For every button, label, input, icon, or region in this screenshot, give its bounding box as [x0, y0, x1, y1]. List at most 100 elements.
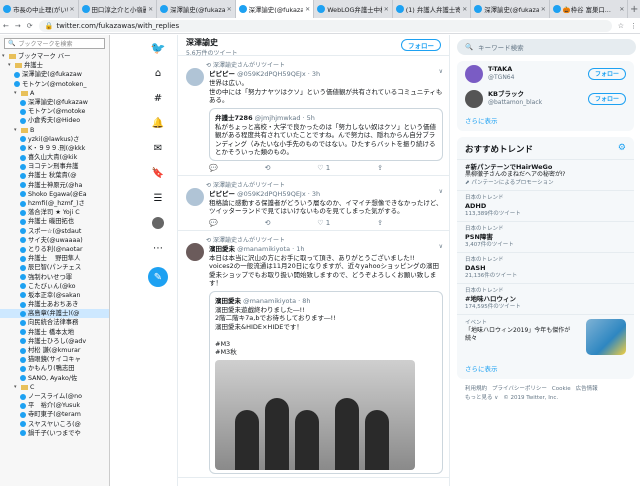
bookmark-item[interactable]: 坂本正幸(@sakan [0, 291, 109, 300]
reload-icon[interactable]: ⟳ [27, 22, 33, 30]
bookmark-item[interactable]: 深澤諭史(@fukazaw [0, 70, 109, 79]
browser-tab[interactable]: WebLOG弁護士中村...✕ [314, 0, 393, 18]
browser-tab[interactable]: (1) 弁護人弁護士寄...✕ [393, 0, 472, 18]
author-name[interactable]: ピピピー [209, 190, 235, 198]
like-icon[interactable]: ♡ 1 [317, 164, 330, 172]
new-tab-icon[interactable]: + [628, 0, 640, 18]
avatar[interactable] [465, 89, 483, 108]
trend-item[interactable]: #新パンテーンでHairWeGo 黒柳徹子さんのまねだヘアの秘密が⁉ ⬈ パンテーン… [457, 160, 634, 191]
follow-suggestion[interactable]: T-TAKA @TGN64 フォロー [457, 61, 634, 86]
bookmark-item[interactable]: 寺町東子(@teram [0, 410, 109, 419]
footer-link[interactable]: プライバシーポリシー [492, 385, 547, 394]
trend-item[interactable]: 日本のトレンド ADHD 113,389件のツイート [457, 191, 634, 222]
chevron-down-icon[interactable]: ∨ [439, 188, 443, 195]
bookmark-item[interactable]: 弁護士 秋葉貴(@ [0, 171, 109, 180]
bookmark-item[interactable]: K・９９９.刑(@kkk [0, 144, 109, 153]
bookmark-item[interactable]: yzki(@lawkus)さ [0, 135, 109, 144]
browser-tab[interactable]: 深澤諭史(@fukazaw...✕ [235, 0, 315, 18]
quoted-photo[interactable] [215, 359, 415, 470]
avatar[interactable] [465, 64, 483, 83]
trend-item[interactable]: 日本のトレンド #地味ハロウィン 174,595件のツイート [457, 284, 634, 315]
quoted-tweet[interactable]: 弁護士7286 @jmjhjmwkad · 5h 私がちょっと高校・大学で良かった… [209, 107, 443, 161]
bookmark-item[interactable]: 落合洋司 ★ Yoji C [0, 208, 109, 217]
browser-tab[interactable]: 深澤諭史(@fukazaw...✕ [157, 0, 236, 18]
more-icon[interactable]: ⋯ [151, 241, 165, 255]
bookmarks-icon[interactable]: 🔖 [151, 166, 165, 180]
browser-tab[interactable]: 🎃枠谷 富巣口... ✕ [550, 0, 629, 18]
follow-button[interactable]: フォロー [587, 67, 626, 80]
trend-item[interactable]: 日本のトレンド DASH 21,136件のツイート [457, 253, 634, 284]
reply-icon[interactable]: 💬 [209, 164, 218, 172]
chevron-down-icon[interactable]: ▾ [2, 52, 7, 61]
like-icon[interactable]: ♡ 1 [317, 219, 330, 227]
compose-tweet-button[interactable]: ✎ [148, 267, 168, 287]
bookmark-folder[interactable]: ▾ B [0, 126, 109, 135]
bookmark-item[interactable]: 平 裕介(@Yusuk [0, 401, 109, 410]
bookmark-search-input[interactable]: 🔍 ブックマークを検索 [4, 38, 105, 49]
close-icon[interactable]: ✕ [541, 6, 546, 13]
bookmark-item[interactable]: 辰巳智(パンチェス [0, 263, 109, 272]
browser-tab[interactable]: 深澤諭史(@fukazaw...✕ [471, 0, 550, 18]
tweet[interactable]: ⟲ 深澤諭史さんがリツイート ピピピー @059K2dPQH59QEJx · 3h… [178, 176, 449, 231]
bookmark-item[interactable]: 高島章(弁護士)(@ [0, 309, 109, 319]
bookmark-item[interactable]: 深澤諭史(@fukazaw [0, 98, 109, 107]
trends-show-more[interactable]: さらに表示 [457, 359, 634, 379]
bookmark-item[interactable]: hzmfi(@_hzmf_)さ [0, 199, 109, 208]
trend-item[interactable]: 日本のトレンド PSN障害 3,407件のツイート [457, 222, 634, 253]
bookmark-item[interactable]: 村松 謙(@kmurar [0, 346, 109, 355]
tweet[interactable]: ⟲ 深澤諭史さんがリツイート 濱田愛未 @manamikiyota · 1h 本日は… [178, 231, 449, 478]
avatar[interactable] [186, 68, 204, 86]
chevron-down-icon[interactable]: ▾ [14, 89, 19, 98]
bookmark-item[interactable]: 強制わいせつ罪 [0, 273, 109, 282]
bookmark-item[interactable]: 弁護士神原元(@ha [0, 181, 109, 190]
chevron-down-icon[interactable]: ∨ [439, 68, 443, 75]
footer-link[interactable]: Cookie [552, 385, 571, 394]
trend-event[interactable]: イベント 「地味ハロウィン2019」今年も傑作が続々 [457, 315, 634, 359]
bookmark-item[interactable]: ヨコテン刑事弁護 [0, 162, 109, 171]
messages-icon[interactable]: ✉ [151, 141, 165, 155]
bookmark-item[interactable]: 弁護士 橋本太地 [0, 328, 109, 337]
gear-icon[interactable]: ⚙ [618, 143, 626, 155]
forward-icon[interactable]: → [15, 22, 21, 30]
close-icon[interactable]: ✕ [148, 6, 153, 13]
close-icon[interactable]: ✕ [227, 6, 232, 13]
share-icon[interactable]: ⇪ [377, 219, 383, 227]
twitter-logo-icon[interactable]: 🐦 [151, 41, 166, 55]
home-icon[interactable]: ⌂ [151, 66, 165, 80]
bookmark-item[interactable]: かもんり(鴨志田 [0, 364, 109, 373]
browser-tab[interactable]: 田口淳之介と小嶺麗...✕ [79, 0, 158, 18]
footer-link[interactable]: 広告情報 [576, 385, 598, 394]
avatar[interactable] [186, 187, 204, 206]
follow-button[interactable]: フォロー [401, 39, 441, 51]
twitter-search-input[interactable]: 🔍 キーワード検索 [457, 39, 636, 55]
bookmark-item[interactable]: SANO, Ayako/佐 [0, 374, 109, 383]
bookmark-item[interactable]: 小倉秀夫(@Hideo [0, 116, 109, 125]
bookmark-item[interactable]: モトケン(@motoke [0, 107, 109, 116]
share-icon[interactable]: ⇪ [377, 164, 383, 172]
notifications-icon[interactable]: 🔔 [151, 116, 165, 130]
bookmark-item[interactable]: 喜久山大貴(@kik [0, 153, 109, 162]
bookmark-item[interactable]: スポ一☆(@stdaut [0, 227, 109, 236]
footer-link[interactable]: 利用規約 [465, 385, 487, 394]
bookmark-folder[interactable]: ▾ A [0, 89, 109, 98]
profile-icon[interactable] [151, 216, 165, 230]
back-icon[interactable]: ← [3, 22, 9, 30]
bookmark-item[interactable]: 弁護士 磯田拓也 [0, 217, 109, 226]
close-icon[interactable]: ✕ [70, 6, 75, 13]
author-name[interactable]: ピピピー [209, 70, 235, 78]
retweet-icon[interactable]: ⟲ [265, 164, 271, 172]
show-more-link[interactable]: さらに表示 [457, 111, 634, 131]
bookmark-item[interactable]: サイ夫(@uwaaaa) [0, 236, 109, 245]
follow-button[interactable]: フォロー [587, 92, 626, 105]
bookmark-item[interactable]: Shoko Egawa(@Ea [0, 190, 109, 199]
bookmark-item[interactable]: スヤスヤいころ(@ [0, 420, 109, 429]
bookmark-item[interactable]: 向民統合法律事務 [0, 318, 109, 327]
chevron-down-icon[interactable]: ▾ [14, 383, 19, 392]
bookmark-item[interactable]: こたびぃん(@ko [0, 282, 109, 291]
footer-link[interactable]: © 2019 Twitter, Inc. [503, 394, 558, 403]
chevron-down-icon[interactable]: ∨ [439, 243, 443, 250]
bookmark-item[interactable]: 弁護士ひろし(@adv [0, 337, 109, 346]
chevron-down-icon[interactable]: ▾ [14, 126, 19, 135]
lists-icon[interactable]: ☰ [151, 191, 165, 205]
quoted-tweet[interactable]: 濱田愛未 @manamikiyota · 8h 濱田愛未遊戯終わりました―!! 2… [209, 290, 443, 474]
